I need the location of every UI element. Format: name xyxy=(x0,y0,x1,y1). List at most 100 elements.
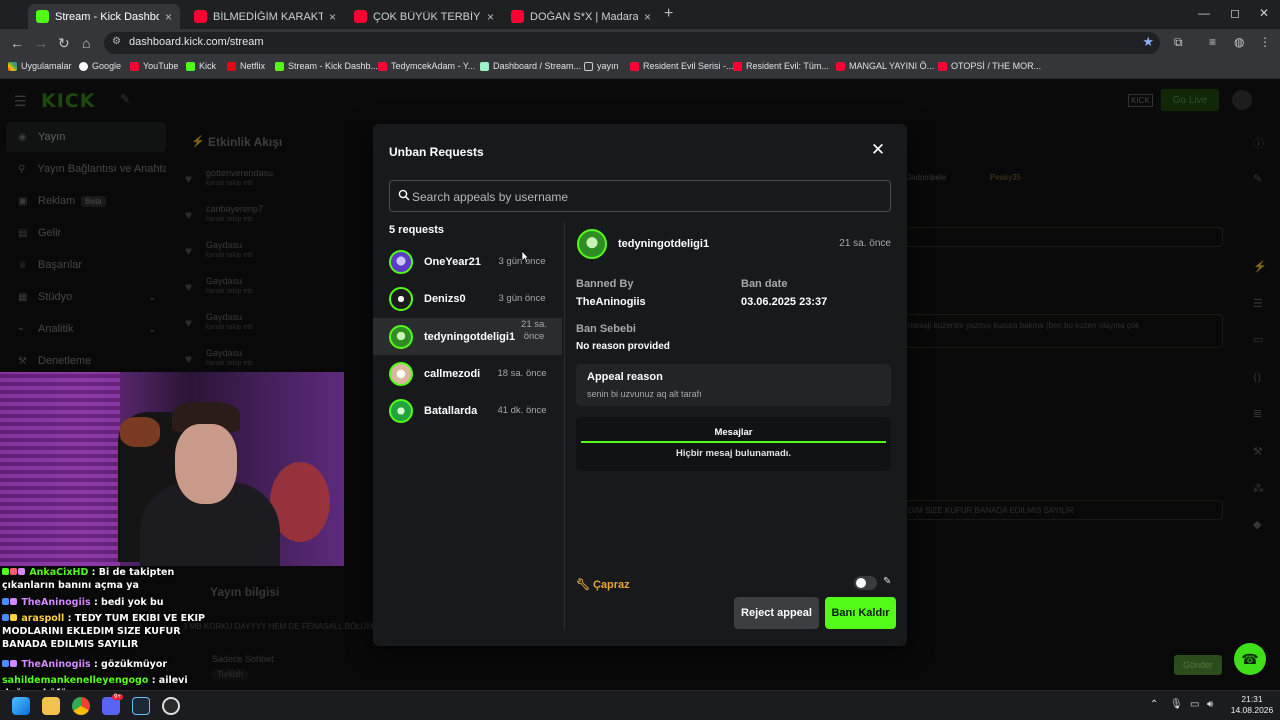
restore-icon[interactable]: ◻ xyxy=(1230,6,1240,20)
chat-message: TheAninogiis : bedi yok bu xyxy=(2,596,227,609)
youtube-favicon-icon xyxy=(511,10,524,23)
request-count: 5 requests xyxy=(389,224,445,236)
detail-username: tedyningotdeligi1 xyxy=(618,238,710,250)
chat-message: AnkaCixHD : Bi de takipten çıkanların ba… xyxy=(2,567,175,591)
send-button[interactable]: Gönder xyxy=(1174,655,1222,675)
profile-icon[interactable]: ◍ xyxy=(1234,35,1244,49)
webcam-overlay xyxy=(0,372,344,566)
close-icon[interactable]: ✕ xyxy=(869,141,887,159)
volume-icon[interactable]: 🔊︎ xyxy=(1207,699,1213,710)
taskbar: 9+ ⌃ 🎙︎ ▭ 🔊︎ 21:31 14.08.2026 xyxy=(0,690,1280,720)
modal-title: Unban Requests xyxy=(389,145,484,159)
youtube-favicon-icon xyxy=(354,10,367,23)
banned-by-label: Banned By xyxy=(576,278,634,290)
obs-icon[interactable] xyxy=(162,697,180,715)
avatar xyxy=(389,324,413,349)
tab-messages[interactable]: Mesajlar xyxy=(581,424,886,443)
divider xyxy=(564,222,565,630)
back-icon[interactable]: ← xyxy=(10,35,24,51)
bookmark-item[interactable]: Resident Evil: Tüm... xyxy=(733,61,829,71)
reject-appeal-button[interactable]: Reject appeal xyxy=(734,597,819,629)
kick-icon xyxy=(186,61,195,71)
clock[interactable]: 21:31 14.08.2026 xyxy=(1226,694,1278,716)
search-input[interactable] xyxy=(412,187,882,207)
search-box xyxy=(389,180,891,212)
banned-by-value: TheAninogiis xyxy=(576,296,646,308)
bookmark-item[interactable]: Dashboard / Stream... xyxy=(480,61,581,71)
unban-requests-modal: Unban Requests ✕ 5 requests OneYear21 3 … xyxy=(373,124,907,646)
youtube-icon xyxy=(378,61,387,71)
chat-message: TheAninogiis : gözükmüyor xyxy=(2,658,227,671)
close-tab-icon[interactable]: × xyxy=(329,10,336,24)
bookmark-item[interactable]: Google xyxy=(79,61,121,71)
browser-tab[interactable]: ÇOK BÜYÜK TERBİYESİZLİK BEN × xyxy=(346,4,502,29)
youtube-icon xyxy=(130,61,139,71)
avatar xyxy=(577,229,607,259)
dashboard-icon xyxy=(480,61,489,71)
bookmark-item[interactable]: OTOPSİ / THE MOR... xyxy=(938,61,1041,71)
kick-icon xyxy=(275,61,284,71)
ban-reason-label: Ban Sebebi xyxy=(576,323,636,335)
address-bar-row: ← → ↻ ⌂ ⚙ dashboard.kick.com/stream ★ ⧉ … xyxy=(0,29,1280,57)
google-icon xyxy=(79,61,88,71)
menu-dots-icon[interactable]: ⋮ xyxy=(1259,35,1271,49)
bookmark-item[interactable]: Kick xyxy=(186,61,216,71)
bookmark-item[interactable]: yayın xyxy=(584,61,619,71)
pencil-icon[interactable]: ✎ xyxy=(883,576,891,587)
avatar xyxy=(389,361,413,386)
close-tab-icon[interactable]: × xyxy=(644,10,651,24)
bookmark-item[interactable]: YouTube xyxy=(130,61,178,71)
ban-date-label: Ban date xyxy=(741,278,788,290)
youtube-icon xyxy=(733,61,742,71)
network-icon[interactable]: ▭ xyxy=(1190,699,1199,710)
bookmarks-bar: Uygulamalar Google YouTube Kick Netflix … xyxy=(0,57,1280,79)
close-tab-icon[interactable]: × xyxy=(165,10,172,24)
kick-favicon-icon xyxy=(36,10,49,23)
browser-tab[interactable]: DOĞAN S*X | Madara Olduk #7 × xyxy=(503,4,659,29)
chrome-icon[interactable] xyxy=(72,697,90,715)
bookmark-star-icon[interactable]: ★ xyxy=(1142,34,1154,50)
cross-ban-toggle[interactable] xyxy=(854,576,877,590)
omnibox[interactable]: ⚙ dashboard.kick.com/stream ★ xyxy=(104,32,1160,54)
bookmark-item[interactable]: Resident Evil Serisi -... xyxy=(630,61,734,71)
new-tab-icon[interactable]: + xyxy=(664,5,673,23)
bookmark-item[interactable]: Stream - Kick Dashb... xyxy=(275,61,378,71)
file-explorer-icon[interactable] xyxy=(42,697,60,715)
close-window-icon[interactable]: ✕ xyxy=(1259,6,1269,20)
notification-badge: 9+ xyxy=(112,694,123,700)
apps-grid-icon xyxy=(8,61,17,71)
reload-icon[interactable]: ↻ xyxy=(58,35,70,52)
mouse-cursor-icon xyxy=(521,250,529,264)
bookmark-item[interactable]: Netflix xyxy=(227,61,265,71)
youtube-icon xyxy=(630,61,639,71)
home-icon[interactable]: ⌂ xyxy=(82,35,90,51)
close-tab-icon[interactable]: × xyxy=(487,10,494,24)
list-item[interactable]: tedyningotdeligi1 21 sa. önce xyxy=(373,318,562,355)
bookmark-item[interactable]: TedymcekAdam - Y... xyxy=(378,61,475,71)
extensions-icon[interactable]: ⧉ xyxy=(1174,35,1183,50)
unban-button[interactable]: Banı Kaldır xyxy=(825,597,896,629)
list-item[interactable]: Batallarda 41 dk. önce xyxy=(373,392,562,429)
wrench-icon: 🔧︎ xyxy=(576,579,590,591)
site-info-icon[interactable]: ⚙ xyxy=(112,36,121,47)
steam-icon[interactable] xyxy=(132,697,150,715)
windows-start-icon[interactable] xyxy=(12,697,30,715)
screen: Stream - Kick Dashboard × BİLMEDİĞİM KAR… xyxy=(0,0,1280,720)
browser-tab[interactable]: BİLMEDİĞİM KARAKTERLER İLE × xyxy=(186,4,344,29)
list-item[interactable]: callmezodi 18 sa. önce xyxy=(373,355,562,392)
help-button[interactable]: ☎ xyxy=(1234,643,1266,675)
forward-icon[interactable]: → xyxy=(34,35,48,51)
ban-date-value: 03.06.2025 23:37 xyxy=(741,296,828,308)
list-item[interactable]: Denizs0 3 gün önce xyxy=(373,280,562,317)
media-icon[interactable]: ≡ xyxy=(1209,35,1216,49)
microphone-icon[interactable]: 🎙︎ xyxy=(1170,699,1183,710)
cross-ban-link[interactable]: 🔧︎ Çapraz xyxy=(576,578,630,592)
ban-reason-value: No reason provided xyxy=(576,341,670,352)
chevron-up-icon[interactable]: ⌃ xyxy=(1150,699,1158,710)
bookmark-item[interactable]: MANGAL YAYINI Ö... xyxy=(836,61,934,71)
bookmark-item[interactable]: Uygulamalar xyxy=(8,61,72,71)
browser-tab[interactable]: Stream - Kick Dashboard × xyxy=(28,4,180,29)
list-item[interactable]: OneYear21 3 gün önce xyxy=(373,243,562,280)
folder-icon xyxy=(584,61,593,71)
minimize-icon[interactable]: — xyxy=(1198,6,1210,20)
